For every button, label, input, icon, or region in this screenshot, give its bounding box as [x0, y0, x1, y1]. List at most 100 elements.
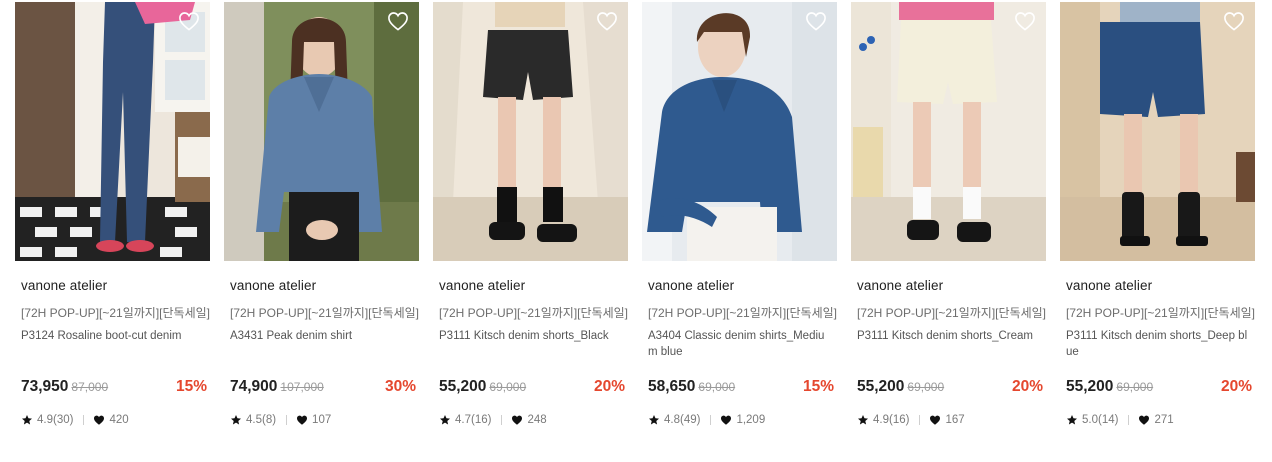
divider	[286, 415, 288, 425]
wishlist-heart-icon[interactable]	[1223, 11, 1245, 31]
like-count: 167	[945, 414, 965, 426]
product-card[interactable]: vanone atelier [72H POP-UP][~21일까지][단독세일…	[851, 0, 1046, 462]
review-meta: 4.7(16) 248	[439, 414, 547, 426]
star-icon	[21, 414, 33, 426]
original-price: 69,000	[489, 380, 527, 394]
product-image[interactable]	[642, 2, 837, 261]
wishlist-heart-icon[interactable]	[1014, 11, 1036, 31]
rating-value: 4.8(49)	[664, 414, 701, 426]
brand-name[interactable]: vanone atelier	[230, 278, 316, 293]
review-meta: 4.9(30) 420	[21, 414, 129, 426]
like-count: 107	[312, 414, 332, 426]
rating-value: 4.5(8)	[246, 414, 277, 426]
brand-name[interactable]: vanone atelier	[1066, 278, 1152, 293]
like-count: 1,209	[736, 414, 766, 426]
discount-rate: 15%	[802, 378, 834, 395]
like-count: 420	[109, 414, 129, 426]
product-photo	[224, 2, 419, 261]
promo-tag: [72H POP-UP][~21일까지][단독세일]	[21, 306, 210, 320]
rating-value: 5.0(14)	[1082, 414, 1119, 426]
product-name[interactable]: P3111 Kitsch denim shorts_Cream	[857, 328, 1041, 344]
product-card[interactable]: vanone atelier [72H POP-UP][~21일까지][단독세일…	[433, 0, 628, 462]
product-name[interactable]: A3431 Peak denim shirt	[230, 328, 414, 344]
product-card[interactable]: vanone atelier [72H POP-UP][~21일까지][단독세일…	[15, 0, 210, 462]
sale-price: 58,650	[648, 378, 696, 395]
wishlist-heart-icon[interactable]	[805, 11, 827, 31]
product-photo	[851, 2, 1046, 261]
product-image[interactable]	[1060, 2, 1255, 261]
heart-filled-icon	[720, 414, 732, 426]
original-price: 69,000	[698, 380, 736, 394]
sale-price: 74,900	[230, 378, 278, 395]
product-image[interactable]	[433, 2, 628, 261]
original-price: 107,000	[280, 380, 324, 394]
product-card[interactable]: vanone atelier [72H POP-UP][~21일까지][단독세일…	[224, 0, 419, 462]
star-icon	[230, 414, 242, 426]
sale-price: 55,200	[857, 378, 905, 395]
product-photo	[1060, 2, 1255, 261]
promo-tag: [72H POP-UP][~21일까지][단독세일]	[230, 306, 419, 320]
star-icon	[1066, 414, 1078, 426]
wishlist-heart-icon[interactable]	[178, 11, 200, 31]
rating-value: 4.9(16)	[873, 414, 910, 426]
product-image[interactable]	[15, 2, 210, 261]
product-name[interactable]: P3111 Kitsch denim shorts_Black	[439, 328, 623, 344]
review-meta: 4.5(8) 107	[230, 414, 331, 426]
discount-rate: 15%	[175, 378, 207, 395]
original-price: 69,000	[1116, 380, 1154, 394]
divider	[83, 415, 85, 425]
product-card[interactable]: vanone atelier [72H POP-UP][~21일까지][단독세일…	[1060, 0, 1255, 462]
wishlist-heart-icon[interactable]	[387, 11, 409, 31]
heart-filled-icon	[1138, 414, 1150, 426]
wishlist-heart-icon[interactable]	[596, 11, 618, 31]
product-photo	[433, 2, 628, 261]
price-row: 55,200 69,000 20%	[857, 378, 1043, 398]
divider	[501, 415, 503, 425]
price-row: 55,200 69,000 20%	[1066, 378, 1252, 398]
promo-tag: [72H POP-UP][~21일까지][단독세일]	[439, 306, 628, 320]
product-image[interactable]	[851, 2, 1046, 261]
heart-filled-icon	[93, 414, 105, 426]
star-icon	[857, 414, 869, 426]
promo-tag: [72H POP-UP][~21일까지][단독세일]	[648, 306, 837, 320]
promo-tag: [72H POP-UP][~21일까지][단독세일]	[1066, 306, 1255, 320]
product-photo	[15, 2, 210, 261]
price-row: 58,650 69,000 15%	[648, 378, 834, 398]
like-count: 248	[527, 414, 547, 426]
brand-name[interactable]: vanone atelier	[21, 278, 107, 293]
price-row: 74,900 107,000 30%	[230, 378, 416, 398]
original-price: 87,000	[71, 380, 109, 394]
original-price: 69,000	[907, 380, 945, 394]
price-row: 73,950 87,000 15%	[21, 378, 207, 398]
product-card[interactable]: vanone atelier [72H POP-UP][~21일까지][단독세일…	[642, 0, 837, 462]
sale-price: 73,950	[21, 378, 69, 395]
price-row: 55,200 69,000 20%	[439, 378, 625, 398]
heart-filled-icon	[296, 414, 308, 426]
heart-filled-icon	[511, 414, 523, 426]
product-image[interactable]	[224, 2, 419, 261]
review-meta: 4.8(49) 1,209	[648, 414, 765, 426]
product-grid: vanone atelier [72H POP-UP][~21일까지][단독세일…	[0, 0, 1272, 462]
discount-rate: 20%	[1220, 378, 1252, 395]
product-name[interactable]: P3124 Rosaline boot-cut denim	[21, 328, 205, 344]
discount-rate: 20%	[593, 378, 625, 395]
heart-filled-icon	[929, 414, 941, 426]
divider	[710, 415, 712, 425]
divider	[919, 415, 921, 425]
divider	[1128, 415, 1130, 425]
product-photo	[642, 2, 837, 261]
review-meta: 4.9(16) 167	[857, 414, 965, 426]
brand-name[interactable]: vanone atelier	[439, 278, 525, 293]
discount-rate: 30%	[384, 378, 416, 395]
promo-tag: [72H POP-UP][~21일까지][단독세일]	[857, 306, 1046, 320]
sale-price: 55,200	[1066, 378, 1114, 395]
product-name[interactable]: A3404 Classic denim shirts_Medium blue	[648, 328, 832, 360]
rating-value: 4.7(16)	[455, 414, 492, 426]
star-icon	[648, 414, 660, 426]
star-icon	[439, 414, 451, 426]
review-meta: 5.0(14) 271	[1066, 414, 1174, 426]
rating-value: 4.9(30)	[37, 414, 74, 426]
brand-name[interactable]: vanone atelier	[648, 278, 734, 293]
brand-name[interactable]: vanone atelier	[857, 278, 943, 293]
product-name[interactable]: P3111 Kitsch denim shorts_Deep blue	[1066, 328, 1250, 360]
